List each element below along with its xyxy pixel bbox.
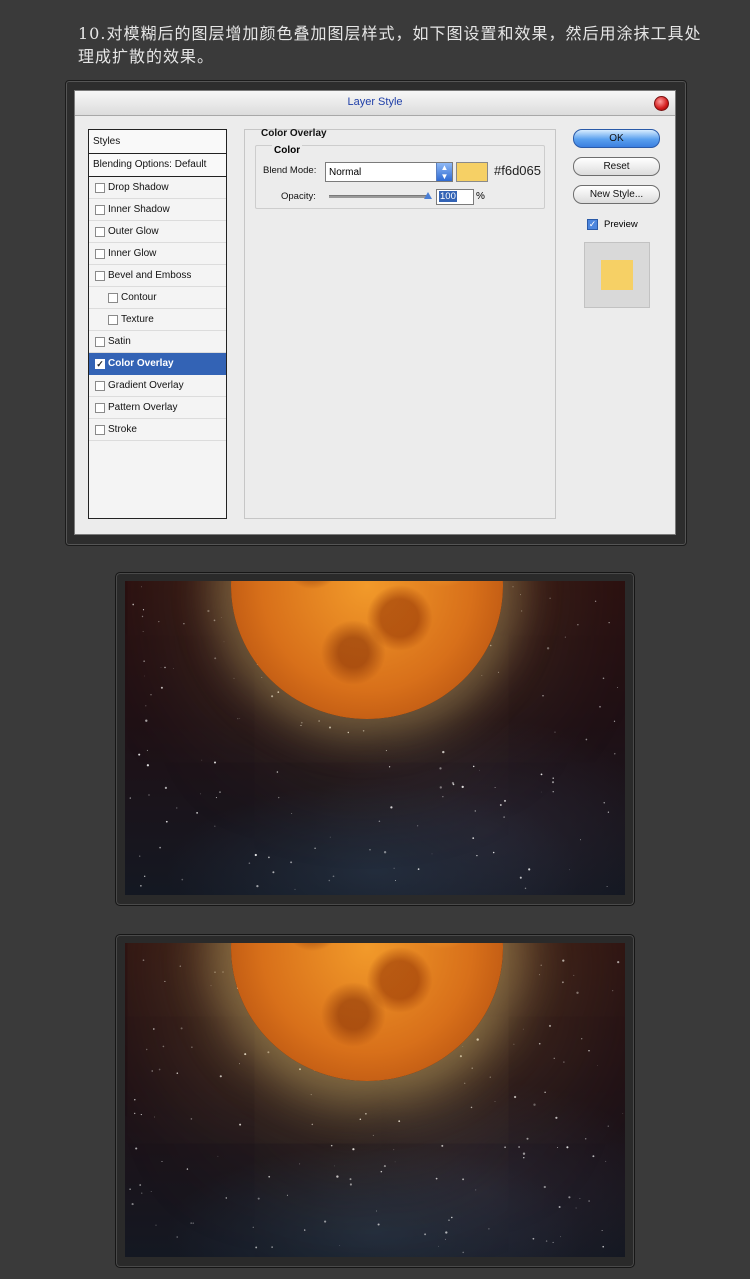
style-item-stroke[interactable]: Stroke: [89, 419, 226, 441]
style-checkbox[interactable]: [95, 249, 105, 259]
style-item-label: Inner Glow: [108, 248, 157, 259]
style-item-contour[interactable]: Contour: [89, 287, 226, 309]
style-item-label: Stroke: [108, 424, 137, 435]
style-checkbox[interactable]: [95, 271, 105, 281]
style-item-label: Gradient Overlay: [108, 380, 184, 391]
style-item-label: Satin: [108, 336, 131, 347]
chevron-updown-icon[interactable]: ▲ ▼: [436, 163, 452, 181]
result-image-1: [125, 581, 625, 895]
blending-options-item[interactable]: Blending Options: Default: [89, 154, 226, 177]
style-item-inner-shadow[interactable]: Inner Shadow: [89, 199, 226, 221]
style-item-outer-glow[interactable]: Outer Glow: [89, 221, 226, 243]
style-checkbox[interactable]: [95, 337, 105, 347]
dialog-title: Layer Style: [347, 96, 403, 108]
new-style-button[interactable]: New Style...: [573, 185, 660, 204]
percent-unit: %: [476, 191, 485, 202]
layer-style-dialog: Layer Style Styles Blending Options: Def…: [74, 90, 676, 535]
style-item-color-overlay[interactable]: ✓ Color Overlay: [89, 353, 226, 375]
style-checkbox[interactable]: [95, 205, 105, 215]
color-hex-label: #f6d065: [494, 163, 541, 178]
style-item-label: Bevel and Emboss: [108, 270, 192, 281]
style-item-label: Outer Glow: [108, 226, 159, 237]
result-image-frame-2: [115, 934, 635, 1268]
style-checkbox[interactable]: [95, 227, 105, 237]
style-item-bevel-and-emboss[interactable]: Bevel and Emboss: [89, 265, 226, 287]
style-checkbox[interactable]: [95, 381, 105, 391]
style-checkbox[interactable]: [108, 293, 118, 303]
style-item-label: Inner Shadow: [108, 204, 170, 215]
style-checkbox[interactable]: ✓: [95, 359, 105, 369]
style-preview-thumbnail: [584, 242, 650, 308]
style-checkbox[interactable]: [95, 403, 105, 413]
styles-list: Styles Blending Options: Default Drop Sh…: [88, 129, 227, 519]
style-checkbox[interactable]: [95, 425, 105, 435]
style-item-label: Contour: [121, 292, 157, 303]
reset-button[interactable]: Reset: [573, 157, 660, 176]
style-item-gradient-overlay[interactable]: Gradient Overlay: [89, 375, 226, 397]
style-item-label: Texture: [121, 314, 154, 325]
blend-mode-label: Blend Mode:: [263, 165, 317, 176]
close-icon[interactable]: [654, 96, 669, 111]
title-bar: Layer Style: [75, 91, 675, 116]
style-checkbox[interactable]: [95, 183, 105, 193]
panel-title: Color Overlay: [261, 128, 327, 139]
blend-mode-value: Normal: [329, 167, 362, 178]
preview-swatch: [601, 260, 633, 290]
style-item-label: Drop Shadow: [108, 182, 169, 193]
style-item-label: Pattern Overlay: [108, 402, 178, 413]
opacity-value: 100: [439, 191, 457, 202]
preview-label: Preview: [604, 219, 638, 230]
opacity-label: Opacity:: [281, 191, 316, 202]
step-caption: 10.对模糊后的图层增加颜色叠加图层样式，如下图设置和效果，然后用涂抹工具处理成…: [78, 24, 702, 66]
dialog-screenshot-frame: Layer Style Styles Blending Options: Def…: [65, 80, 687, 546]
result-image-2: [125, 943, 625, 1257]
style-item-pattern-overlay[interactable]: Pattern Overlay: [89, 397, 226, 419]
color-group-title: Color: [272, 145, 303, 156]
styles-header[interactable]: Styles: [89, 130, 226, 154]
blend-mode-select[interactable]: Normal ▲ ▼: [325, 162, 453, 182]
preview-checkbox[interactable]: ✓: [587, 219, 598, 230]
ok-button[interactable]: OK: [573, 129, 660, 148]
style-item-texture[interactable]: Texture: [89, 309, 226, 331]
style-item-label: Color Overlay: [108, 358, 174, 369]
style-item-drop-shadow[interactable]: Drop Shadow: [89, 177, 226, 199]
color-swatch[interactable]: [456, 162, 488, 182]
opacity-slider[interactable]: [329, 195, 429, 198]
style-item-satin[interactable]: Satin: [89, 331, 226, 353]
style-checkbox[interactable]: [108, 315, 118, 325]
opacity-slider-handle[interactable]: [424, 192, 432, 199]
opacity-input[interactable]: 100: [436, 189, 474, 205]
result-image-frame-1: [115, 572, 635, 906]
style-item-inner-glow[interactable]: Inner Glow: [89, 243, 226, 265]
